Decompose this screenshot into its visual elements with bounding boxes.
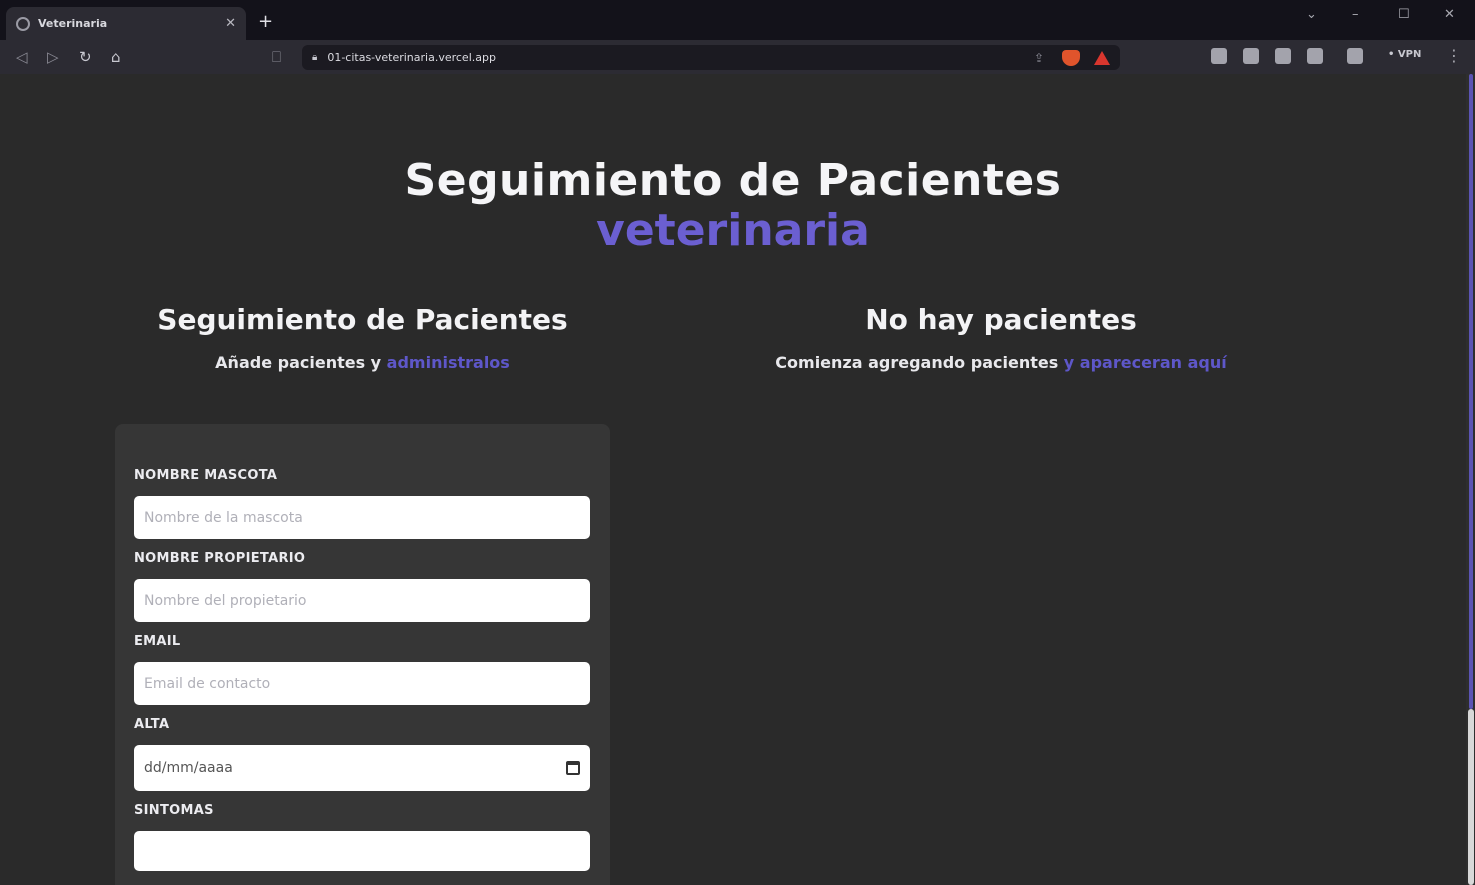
scrollbar-accent — [1469, 74, 1473, 709]
url-text[interactable]: 01-citas-veterinaria.vercel.app — [327, 51, 1034, 64]
discharge-date-input[interactable]: dd/mm/aaaa — [134, 745, 590, 791]
discharge-date-value: dd/mm/aaaa — [144, 760, 233, 776]
form-subtitle-text: Añade pacientes y — [215, 353, 387, 372]
reload-icon[interactable]: ↻ — [79, 48, 92, 66]
patients-subtitle-text: Comienza agregando pacientes — [775, 353, 1064, 372]
patients-section-header: No hay pacientes Comienza agregando paci… — [650, 300, 1352, 374]
form-section-subtitle: Añade pacientes y administralos — [115, 352, 610, 374]
maximize-button[interactable]: ☐ — [1398, 7, 1410, 22]
browser-tabstrip: Veterinaria ✕ + ⌄ – ☐ ✕ — [0, 0, 1475, 40]
patients-section-title: No hay pacientes — [865, 303, 1137, 336]
owner-name-field: NOMBRE PROPIETARIO — [134, 551, 590, 622]
pet-name-field: NOMBRE MASCOTA — [134, 468, 590, 539]
email-input[interactable] — [134, 662, 590, 705]
symptoms-textarea[interactable] — [134, 831, 590, 871]
tab-close-icon[interactable]: ✕ — [225, 16, 236, 31]
tab-title: Veterinaria — [38, 17, 108, 30]
page-title: Seguimiento de Pacientes — [404, 155, 1062, 206]
extension-icon[interactable] — [1275, 48, 1291, 64]
brave-rewards-icon[interactable] — [1094, 50, 1110, 65]
browser-tab[interactable]: Veterinaria ✕ — [6, 7, 246, 40]
globe-icon — [16, 16, 30, 31]
owner-name-input[interactable] — [134, 579, 590, 622]
symptoms-field: SINTOMAS — [134, 803, 590, 871]
discharge-label: ALTA — [134, 717, 170, 732]
wallet-icon[interactable] — [1347, 48, 1363, 64]
extension-icon[interactable] — [1211, 48, 1227, 64]
minimize-button[interactable]: – — [1352, 7, 1359, 22]
address-bar[interactable]: 🔒︎ 01-citas-veterinaria.vercel.app ⇪ — [302, 45, 1120, 70]
page-header: Seguimiento de Pacientes veterinaria — [0, 155, 1466, 255]
tab-search-icon[interactable]: ⌄ — [1306, 7, 1317, 22]
pet-name-label: NOMBRE MASCOTA — [134, 468, 278, 483]
lock-icon: 🔒︎ — [312, 52, 318, 63]
form-subtitle-accent: administralos — [386, 353, 510, 372]
vpn-button[interactable]: • VPN — [1388, 49, 1421, 60]
back-icon[interactable]: ◁ — [16, 48, 28, 66]
sidebar-icon[interactable] — [1307, 48, 1323, 64]
calendar-icon[interactable] — [566, 761, 580, 775]
form-section-title: Seguimiento de Pacientes — [157, 303, 568, 336]
page-title-accent: veterinaria — [596, 205, 870, 256]
bookmark-icon[interactable]: ⎕ — [272, 48, 281, 66]
close-window-button[interactable]: ✕ — [1444, 7, 1455, 22]
patients-section-subtitle: Comienza agregando pacientes y aparecera… — [650, 352, 1352, 374]
brave-shields-icon[interactable] — [1062, 49, 1080, 66]
patients-subtitle-accent: y apareceran aquí — [1063, 353, 1227, 372]
menu-icon[interactable]: ⋮ — [1446, 46, 1462, 65]
symptoms-label: SINTOMAS — [134, 803, 214, 818]
share-icon[interactable]: ⇪ — [1034, 51, 1044, 65]
patient-form: NOMBRE MASCOTA NOMBRE PROPIETARIO EMAIL … — [115, 424, 610, 885]
owner-name-label: NOMBRE PROPIETARIO — [134, 551, 306, 566]
new-tab-button[interactable]: + — [258, 12, 273, 32]
discharge-field: ALTA dd/mm/aaaa — [134, 717, 590, 791]
home-icon[interactable]: ⌂ — [111, 48, 121, 66]
form-section-header: Seguimiento de Pacientes Añade pacientes… — [115, 300, 610, 374]
extension-icon[interactable] — [1243, 48, 1259, 64]
forward-icon[interactable]: ▷ — [47, 48, 59, 66]
email-label: EMAIL — [134, 634, 181, 649]
pet-name-input[interactable] — [134, 496, 590, 539]
scrollbar-thumb[interactable] — [1468, 709, 1474, 885]
email-field: EMAIL — [134, 634, 590, 705]
